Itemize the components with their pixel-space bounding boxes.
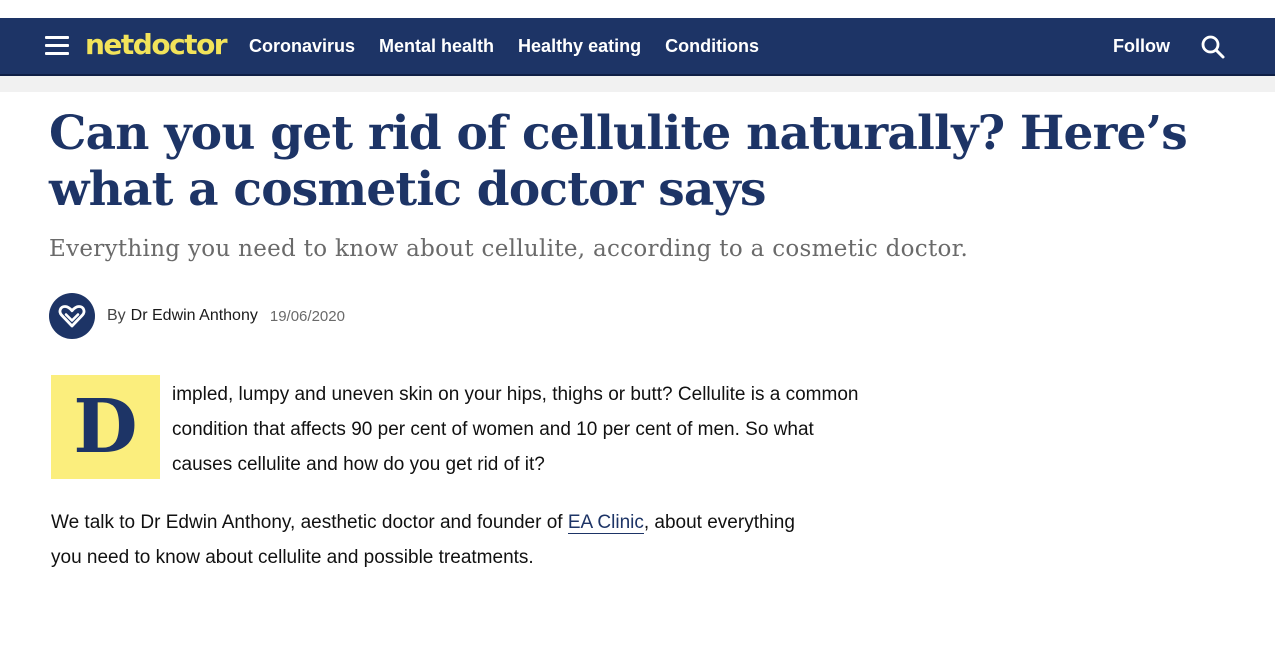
article-paragraph-2: We talk to Dr Edwin Anthony, aesthetic d… — [51, 505, 811, 575]
search-icon[interactable] — [1200, 34, 1226, 60]
publish-date: 19/06/2020 — [269, 307, 345, 325]
nav-link-healthy-eating[interactable]: Healthy eating — [518, 36, 641, 57]
main-nav: Coronavirus Mental health Healthy eating… — [249, 18, 783, 74]
paragraph-2-text-start: We talk to Dr Edwin Anthony, aesthetic d… — [51, 512, 568, 533]
nav-link-mental-health[interactable]: Mental health — [379, 36, 494, 57]
author-name[interactable]: Dr Edwin Anthony — [131, 307, 258, 325]
sub-header-bar — [0, 76, 1275, 92]
site-logo[interactable]: netdoctor — [85, 27, 228, 63]
article-paragraph-1: impled, lumpy and uneven skin on your hi… — [172, 384, 859, 475]
byline: By Dr Edwin Anthony 19/06/2020 — [49, 292, 345, 340]
ea-clinic-link[interactable]: EA Clinic — [567, 512, 644, 534]
heart-icon — [58, 305, 86, 328]
author-avatar[interactable] — [49, 293, 95, 339]
byline-by: By — [107, 307, 126, 324]
article-headline: Can you get rid of cellulite naturally? … — [49, 106, 1188, 217]
nav-link-conditions[interactable]: Conditions — [665, 36, 759, 57]
follow-button[interactable]: Follow — [1113, 18, 1170, 74]
top-spacer — [0, 0, 1275, 18]
drop-cap: D — [51, 375, 160, 479]
article-subtitle: Everything you need to know about cellul… — [49, 236, 969, 262]
site-header: netdoctor Coronavirus Mental health Heal… — [0, 18, 1275, 76]
nav-link-coronavirus[interactable]: Coronavirus — [249, 36, 355, 57]
hamburger-menu-icon[interactable] — [45, 34, 69, 56]
